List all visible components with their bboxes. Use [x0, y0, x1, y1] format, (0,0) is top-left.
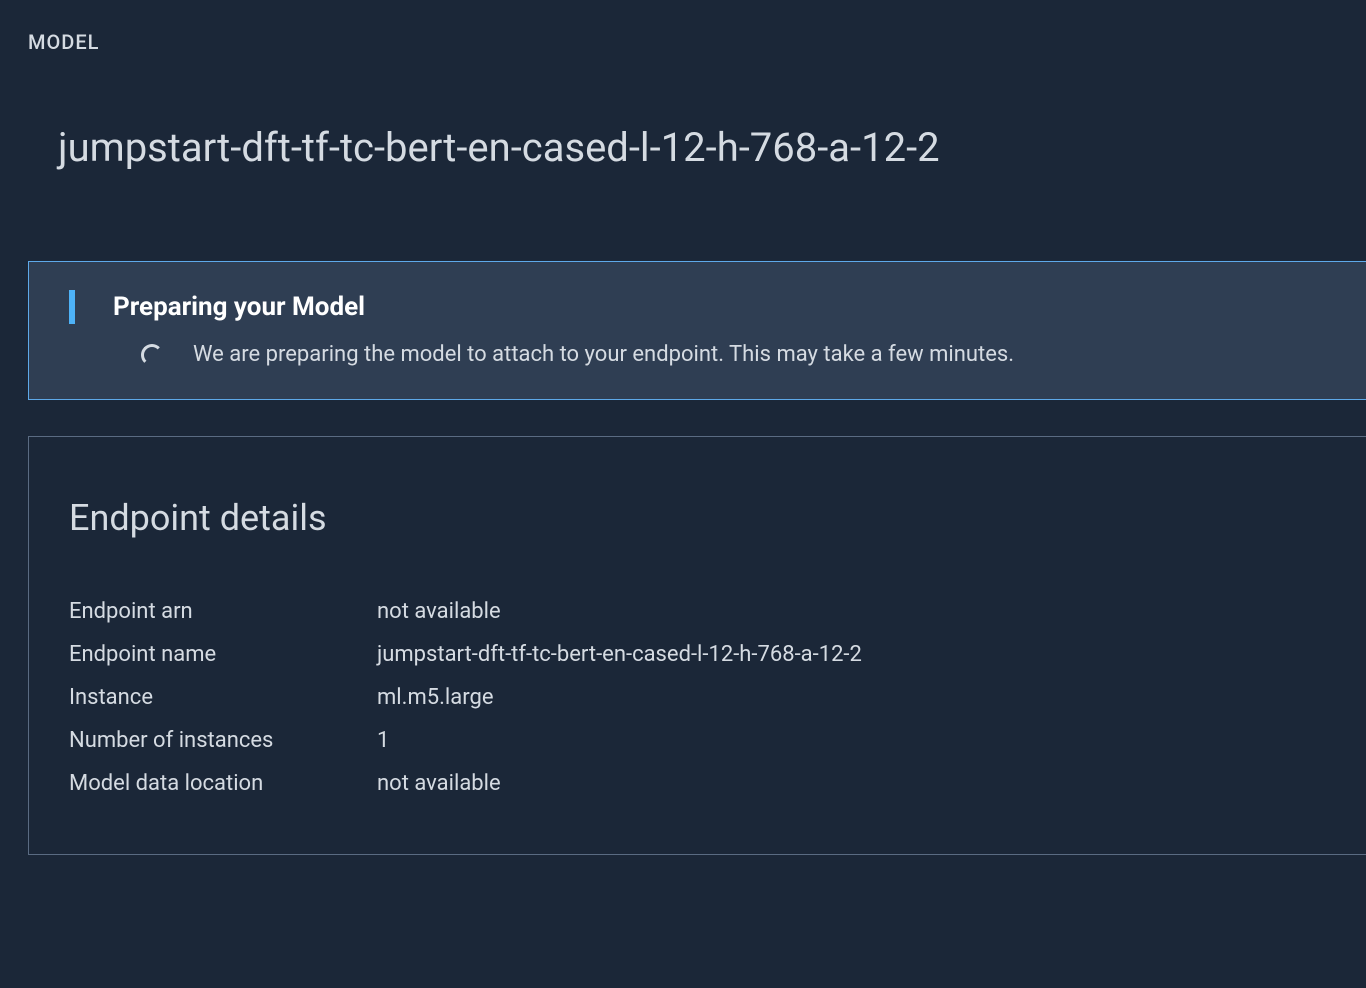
detail-value: 1: [377, 728, 1326, 753]
detail-label: Number of instances: [69, 728, 377, 753]
detail-label: Endpoint arn: [69, 599, 377, 624]
detail-row-num-instances: Number of instances 1: [69, 728, 1326, 753]
loading-spinner-icon: [141, 344, 163, 366]
breadcrumb[interactable]: MODEL: [28, 30, 1366, 54]
detail-label: Endpoint name: [69, 642, 377, 667]
endpoint-details-panel: Endpoint details Endpoint arn not availa…: [28, 436, 1366, 855]
detail-row-endpoint-arn: Endpoint arn not available: [69, 599, 1326, 624]
endpoint-details-heading: Endpoint details: [69, 497, 1326, 539]
alert-message: We are preparing the model to attach to …: [193, 342, 1014, 367]
detail-label: Instance: [69, 685, 377, 710]
detail-label: Model data location: [69, 771, 377, 796]
detail-value: jumpstart-dft-tf-tc-bert-en-cased-l-12-h…: [377, 642, 1326, 667]
detail-value: not available: [377, 599, 1326, 624]
preparing-alert: Preparing your Model We are preparing th…: [28, 261, 1366, 400]
alert-accent-bar: [69, 290, 75, 324]
model-title: jumpstart-dft-tf-tc-bert-en-cased-l-12-h…: [58, 124, 1366, 171]
detail-value: ml.m5.large: [377, 685, 1326, 710]
alert-title: Preparing your Model: [113, 292, 365, 322]
detail-row-endpoint-name: Endpoint name jumpstart-dft-tf-tc-bert-e…: [69, 642, 1326, 667]
detail-row-model-data-location: Model data location not available: [69, 771, 1326, 796]
detail-value: not available: [377, 771, 1326, 796]
detail-row-instance: Instance ml.m5.large: [69, 685, 1326, 710]
